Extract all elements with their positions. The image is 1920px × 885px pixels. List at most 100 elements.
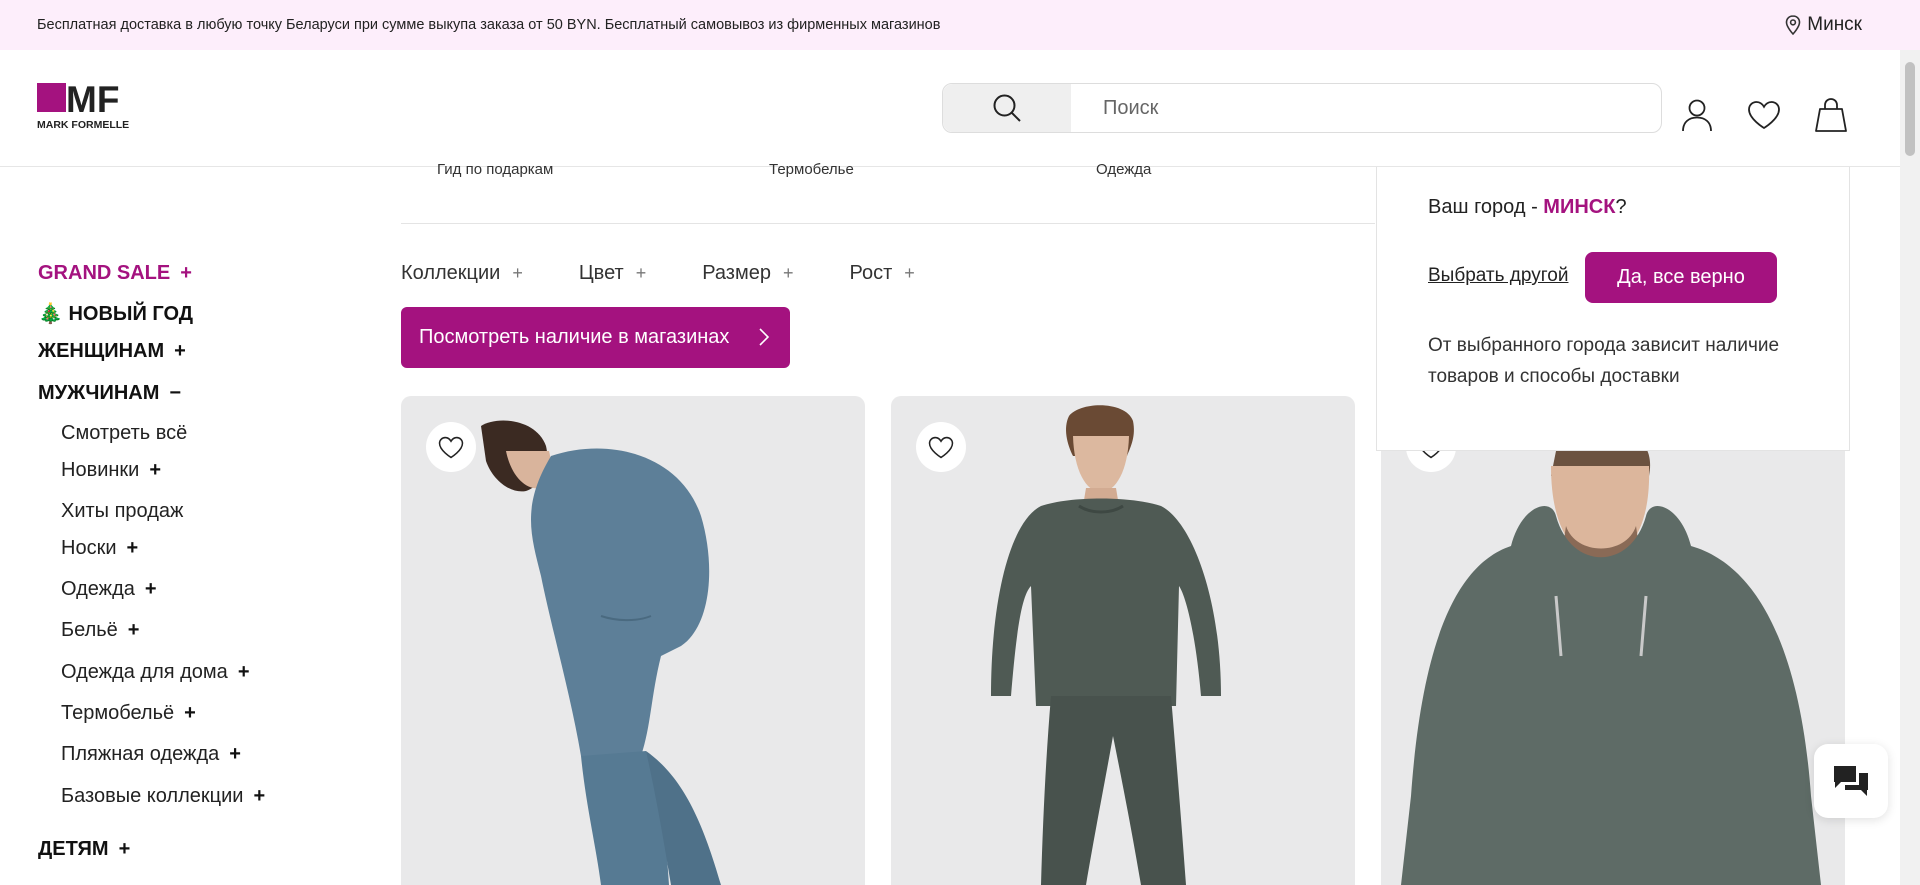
filter-label: Размер (702, 262, 771, 284)
product-image (481, 420, 721, 885)
plus-icon: + (782, 263, 794, 283)
sidebar-subitem-homewear[interactable]: Одежда для дома + (61, 661, 250, 684)
wishlist-button[interactable] (1744, 95, 1784, 135)
city-question-prefix: Ваш город - (1428, 196, 1544, 218)
sidebar-subitem-beachwear[interactable]: Пляжная одежда + (61, 743, 241, 766)
expand-icon: + (144, 578, 157, 600)
promo-bar: Бесплатная доставка в любую точку Белару… (0, 0, 1920, 50)
chat-icon (1834, 766, 1868, 796)
button-label: Посмотреть наличие в магазинах (419, 326, 730, 348)
expand-icon: + (118, 838, 131, 860)
sidebar-subitem-bestsellers[interactable]: Хиты продаж (61, 500, 183, 523)
delivery-notice: Бесплатная доставка в любую точку Белару… (37, 17, 941, 33)
choose-other-city-link[interactable]: Выбрать другой (1428, 265, 1568, 287)
city-selector[interactable]: Минск (1785, 14, 1862, 36)
search-input[interactable] (1071, 96, 1631, 120)
location-pin-icon (1785, 15, 1801, 35)
product-card[interactable] (891, 396, 1355, 885)
logo-letters: MF (66, 83, 119, 120)
confirm-city-button[interactable]: Да, все верно (1585, 252, 1777, 303)
sidebar-item-label: 🎄 НОВЫЙ ГОД (38, 303, 194, 325)
expand-icon: + (180, 262, 192, 284)
sidebar-item-label: Новинки (61, 459, 140, 481)
search-button[interactable] (943, 84, 1071, 132)
sidebar-item-women[interactable]: ЖЕНЩИНАМ + (38, 340, 186, 363)
heart-icon (438, 436, 464, 458)
sidebar-item-new-year[interactable]: 🎄 НОВЫЙ ГОД (38, 301, 193, 326)
sidebar-subitem-thermal[interactable]: Термобельё + (61, 702, 196, 725)
sidebar-item-label: ЖЕНЩИНАМ (38, 340, 165, 362)
filter-color[interactable]: Цвет + (579, 262, 646, 285)
city-note: От выбранного города зависит наличие тов… (1428, 335, 1780, 387)
check-store-availability-button[interactable]: Посмотреть наличие в магазинах (401, 307, 790, 368)
scrollbar-thumb[interactable] (1905, 62, 1915, 156)
expand-icon: + (126, 537, 139, 559)
city-confirm-popup: Ваш город - МИНСК? Выбрать другой Да, вс… (1376, 167, 1850, 451)
subcategory-link[interactable]: Термобелье (769, 161, 854, 178)
subcategory-link[interactable]: Гид по подаркам (437, 161, 553, 178)
expand-icon: + (127, 619, 140, 641)
sidebar-item-grand-sale[interactable]: GRAND SALE + (38, 262, 192, 285)
plus-icon: + (904, 263, 915, 283)
expand-icon: + (174, 340, 186, 362)
filter-label: Рост (849, 262, 893, 284)
sidebar-subitem-clothing[interactable]: Одежда + (61, 578, 157, 601)
filter-collections[interactable]: Коллекции + (401, 262, 523, 285)
sidebar-item-label: Бельё (61, 619, 118, 641)
subcategory-link[interactable]: Одежда (1096, 161, 1151, 178)
sidebar-item-label: Носки (61, 537, 117, 559)
sidebar-item-label: ДЕТЯМ (38, 838, 109, 860)
filter-height[interactable]: Рост + (849, 262, 914, 285)
site-header: MF MARK FORMELLE (0, 50, 1900, 167)
product-card[interactable] (1381, 396, 1845, 885)
filter-size[interactable]: Размер + (702, 262, 793, 285)
sidebar-item-kids[interactable]: ДЕТЯМ + (38, 838, 130, 861)
user-icon (1682, 99, 1712, 132)
product-image (991, 405, 1221, 885)
search-bar (942, 83, 1662, 133)
chevron-right-icon (759, 328, 770, 346)
product-card[interactable] (401, 396, 865, 885)
product-image (1401, 429, 1821, 885)
filter-label: Коллекции (401, 262, 501, 284)
city-question-suffix: ? (1615, 196, 1627, 218)
search-icon (993, 94, 1021, 122)
cart-button[interactable] (1811, 95, 1851, 135)
sidebar-subitem-basics[interactable]: Базовые коллекции + (61, 785, 265, 808)
sidebar-subitem-new[interactable]: Новинки + (61, 459, 161, 482)
logo-mark: MF MARK FORMELLE (37, 79, 129, 131)
sidebar-item-label: Базовые коллекции (61, 785, 244, 807)
sidebar-item-label: Смотреть всё (61, 422, 188, 444)
account-button[interactable] (1677, 95, 1717, 135)
heart-icon (928, 436, 954, 458)
expand-icon: + (229, 743, 241, 765)
sidebar-subitem-underwear[interactable]: Бельё + (61, 619, 139, 642)
sidebar-item-label: Хиты продаж (61, 500, 184, 522)
sidebar-item-label: Термобельё (61, 702, 175, 724)
filter-label: Цвет (578, 262, 624, 284)
sidebar-item-label: МУЖЧИНАМ (38, 382, 160, 404)
sidebar-subitem-view-all[interactable]: Смотреть всё (61, 422, 187, 445)
page-scrollbar[interactable] (1900, 50, 1920, 885)
sidebar-item-men[interactable]: МУЖЧИНАМ − (38, 382, 181, 405)
plus-icon: + (635, 263, 647, 283)
add-to-wishlist-button[interactable] (426, 422, 476, 472)
expand-icon: + (149, 459, 162, 481)
bag-icon (1815, 98, 1847, 132)
logo[interactable]: MF MARK FORMELLE (37, 79, 157, 131)
sidebar-item-label: Одежда (61, 578, 135, 600)
logo-text: MARK FORMELLE (37, 119, 129, 131)
city-name: Минск (1807, 14, 1862, 35)
expand-icon: + (253, 785, 266, 807)
add-to-wishlist-button[interactable] (916, 422, 966, 472)
filter-bar: Коллекции + Цвет + Размер + Рост + (401, 262, 971, 285)
sidebar-subitem-socks[interactable]: Носки + (61, 537, 138, 560)
collapse-icon: − (169, 382, 182, 404)
chat-button[interactable] (1814, 744, 1888, 818)
sidebar-item-label: GRAND SALE (38, 262, 171, 284)
divider (401, 223, 1375, 224)
heart-icon (1748, 101, 1780, 130)
sidebar-item-label: Одежда для дома (61, 661, 228, 683)
expand-icon: + (184, 702, 196, 724)
plus-icon: + (512, 263, 523, 283)
